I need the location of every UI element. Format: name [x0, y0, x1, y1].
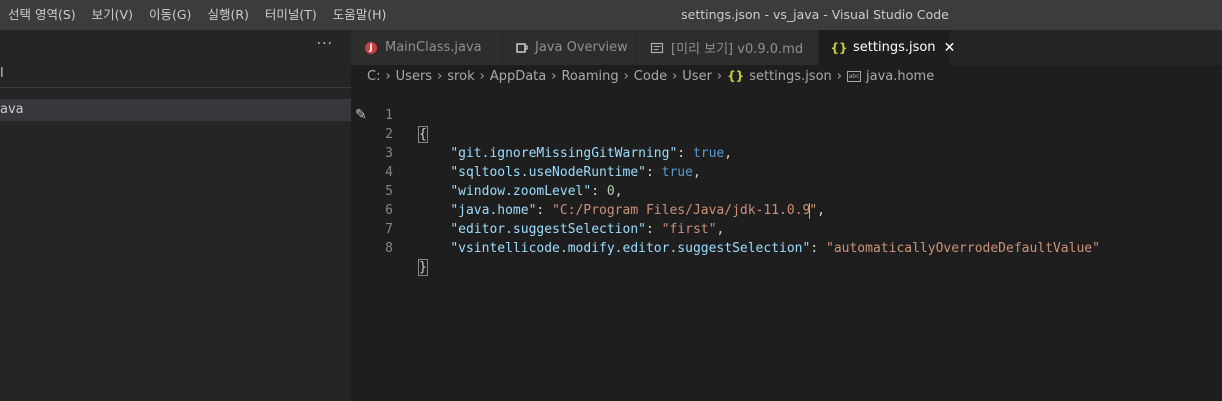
sidebar-header: ···: [0, 30, 351, 63]
menu-bar: 선택 영역(S) 보기(V) 이동(G) 실행(R) 터미널(T) 도움말(H): [0, 0, 394, 30]
code-line: 2 "git.ignoreMissingGitWarning": true,: [351, 106, 1222, 161]
breadcrumb-item[interactable]: settings.json: [749, 69, 832, 84]
more-actions-icon[interactable]: ···: [317, 36, 333, 52]
code-line: 8 }: [351, 220, 1222, 276]
breadcrumb-item[interactable]: C:: [367, 69, 380, 84]
code-line: 7 "vsintellicode.modify.editor.suggestSe…: [351, 201, 1222, 256]
tab-label: MainClass.java: [385, 40, 482, 55]
cup-icon: [515, 40, 529, 56]
menu-run[interactable]: 실행(R): [199, 0, 256, 30]
code-editor[interactable]: ✎ 1 { 2 "git.ignoreMissingGitWarning": t…: [351, 87, 1222, 401]
code-line: 3 "sqltools.useNodeRuntime": true,: [351, 125, 1222, 180]
chevron-right-icon: ›: [836, 68, 842, 84]
chevron-right-icon: ›: [623, 68, 629, 84]
menu-help[interactable]: 도움말(H): [325, 0, 395, 30]
editor-tabs: J MainClass.java Java Overview [미리 보기] v…: [351, 30, 1222, 65]
tab-settings-json[interactable]: {} settings.json ✕: [819, 30, 955, 65]
breadcrumb-item[interactable]: Code: [634, 69, 667, 84]
window-title: settings.json - vs_java - Visual Studio …: [681, 7, 949, 22]
chevron-right-icon: ›: [672, 68, 678, 84]
breadcrumb-item[interactable]: User: [682, 69, 712, 84]
chevron-right-icon: ›: [551, 68, 557, 84]
close-icon[interactable]: ✕: [944, 40, 956, 56]
sidebar-item-selected[interactable]: ava: [0, 99, 351, 121]
chevron-right-icon: ›: [437, 68, 443, 84]
breadcrumb-item[interactable]: Users: [396, 69, 432, 84]
json-key: "vsintellicode.modify.editor.suggestSele…: [450, 241, 811, 256]
string-property-icon: abc: [846, 70, 861, 82]
tab-preview-md[interactable]: [미리 보기] v0.9.0.md: [637, 30, 819, 65]
menu-selection[interactable]: 선택 영역(S): [0, 0, 84, 30]
json-braces-icon: {}: [727, 69, 745, 83]
sidebar-divider: [0, 87, 351, 88]
breadcrumb: C: › Users › srok › AppData › Roaming › Code ›…: [351, 65, 1222, 87]
json-braces-icon: {}: [830, 40, 848, 55]
menu-terminal[interactable]: 터미널(T): [257, 0, 325, 30]
line-number: 8: [385, 241, 393, 256]
breadcrumb-item[interactable]: srok: [447, 69, 474, 84]
code-line: 1 {: [351, 87, 1222, 143]
chevron-right-icon: ›: [385, 68, 391, 84]
code-line: 6 "editor.suggestSelection": "first",: [351, 182, 1222, 237]
code-line: 5 "java.home": "C:/Program Files/Java/jd…: [351, 163, 1222, 219]
tab-label: Java Overview: [535, 40, 628, 55]
menu-view[interactable]: 보기(V): [84, 0, 141, 30]
chevron-right-icon: ›: [716, 68, 723, 84]
preview-icon: [649, 40, 665, 56]
json-value: "automaticallyOverrodeDefaultValue": [826, 241, 1100, 256]
tab-mainclass-java[interactable]: J MainClass.java: [351, 30, 503, 65]
tab-java-overview[interactable]: Java Overview: [503, 30, 637, 65]
sidebar-text-line: l: [0, 66, 4, 81]
breadcrumb-item[interactable]: java.home: [866, 69, 934, 84]
java-icon: J: [363, 40, 379, 56]
title-bar: 선택 영역(S) 보기(V) 이동(G) 실행(R) 터미널(T) 도움말(H)…: [0, 0, 1222, 30]
tab-label: [미리 보기] v0.9.0.md: [671, 42, 804, 57]
code-line: 4 "window.zoomLevel": 0,: [351, 144, 1222, 199]
chevron-right-icon: ›: [479, 68, 485, 84]
menu-go[interactable]: 이동(G): [141, 0, 199, 30]
breadcrumb-item[interactable]: AppData: [490, 69, 546, 84]
sidebar: ··· l ava: [0, 30, 351, 401]
tab-label: settings.json: [853, 40, 936, 55]
close-brace: }: [418, 259, 428, 276]
breadcrumb-item[interactable]: Roaming: [561, 69, 618, 84]
